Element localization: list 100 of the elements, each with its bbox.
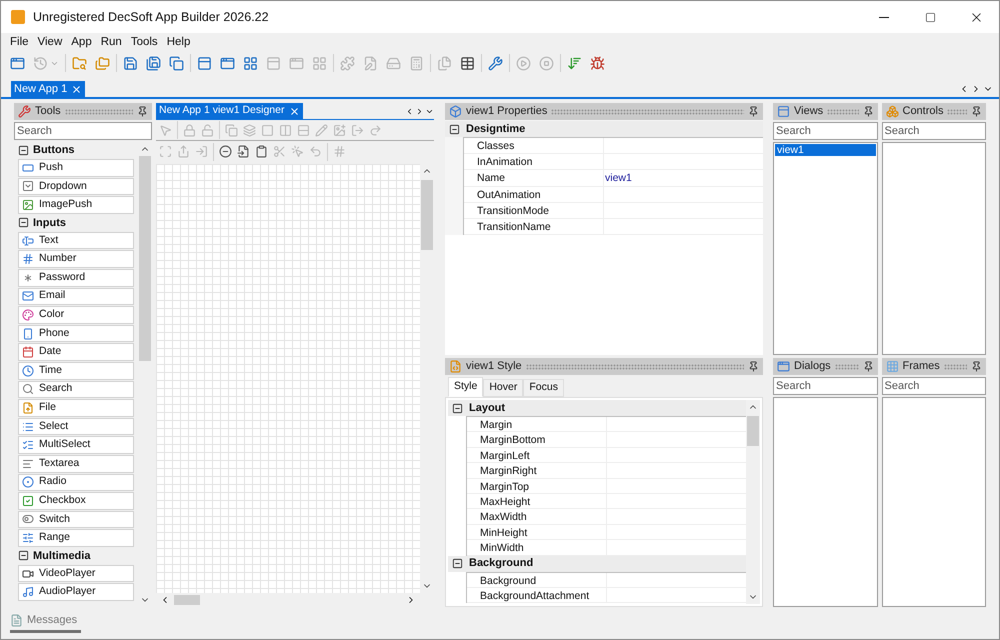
tool-item[interactable]: File [18,399,134,417]
tool-item[interactable]: Select [18,418,134,436]
panel-icon [266,56,281,70]
window-icon [777,105,790,118]
property-name[interactable]: MarginRight [467,463,607,478]
tool-item[interactable]: Range [18,529,134,547]
tool-item[interactable]: Phone [18,324,134,342]
property-name[interactable]: MinWidth [467,540,607,555]
search-field[interactable]: Search [882,377,986,395]
tool-item[interactable]: Color [18,306,134,324]
stop-icon [539,56,554,70]
menu-item[interactable]: Tools [130,34,158,52]
scroll-left-icon[interactable] [405,106,414,116]
style-tab[interactable]: Style [448,377,484,397]
clock-icon [22,364,34,377]
lock-icon [183,124,196,136]
property-name[interactable]: TransitionMode [464,202,604,218]
wrench-icon [18,105,31,118]
menu-item[interactable]: View [38,34,62,52]
tool-item[interactable]: ImagePush [18,196,134,214]
property-name[interactable]: MarginTop [467,478,607,493]
scrollbar[interactable] [746,400,760,604]
tool-item[interactable]: Dropdown [18,178,134,196]
rows-icon [297,124,310,136]
list-item[interactable]: view1 [775,144,876,156]
pin-icon[interactable] [748,361,759,372]
css-file-icon [449,360,462,373]
group-label: Designtime [466,122,526,137]
designer-tab[interactable]: New App 1 view1 Designer [156,102,304,120]
pin-icon[interactable] [971,361,982,372]
scrollbar-thumb[interactable] [139,156,151,361]
wrench-icon [488,56,503,70]
tool-item[interactable]: Radio [18,474,134,492]
tool-item[interactable]: AudioPlayer [18,583,134,602]
property-name[interactable]: Margin [467,417,607,432]
close-icon[interactable] [289,106,300,116]
search-icon [22,383,34,396]
grid-icon [886,360,898,373]
property-name[interactable]: Name [464,170,604,186]
collapse-icon[interactable] [452,558,463,570]
designer-tool-button[interactable] [255,145,268,158]
designer-tool-button[interactable] [237,145,250,158]
tool-item[interactable]: Password [18,268,134,287]
collapse-icon[interactable] [452,402,463,414]
tool-item[interactable]: Number [18,250,134,268]
style-tab[interactable]: Hover [483,379,524,397]
file-input-icon [237,145,250,158]
pin-icon[interactable] [137,106,148,117]
search-field[interactable]: Search [773,377,878,395]
property-name[interactable]: OutAnimation [464,186,604,202]
pin-icon[interactable] [971,106,982,117]
collapse-icon[interactable] [18,217,29,228]
property-name[interactable]: MaxHeight [467,494,607,508]
menu-item[interactable]: Help [166,34,190,52]
document-tab[interactable]: New App 1 [11,81,86,97]
property-name[interactable]: MarginBottom [467,432,607,447]
menu-item[interactable]: File [10,34,29,52]
designer-tool-button[interactable] [219,145,232,158]
collapse-icon[interactable] [18,144,29,156]
tool-item[interactable]: Email [18,288,134,306]
property-name[interactable]: MaxWidth [467,509,607,524]
tool-item[interactable]: Checkbox [18,492,134,510]
property-name[interactable]: MarginLeft [467,448,607,462]
tool-item[interactable]: Text [18,232,134,250]
property-name[interactable]: Classes [464,138,604,154]
tool-item[interactable]: Textarea [18,454,134,472]
pin-icon[interactable] [862,361,874,372]
property-name[interactable]: BackgroundAttachment [467,588,607,602]
tool-item[interactable]: Search [18,380,134,398]
scroll-right-icon[interactable] [415,106,424,116]
menu-item[interactable]: Run [100,34,122,52]
panel-title: Views [794,104,824,120]
tool-item[interactable]: VideoPlayer [18,564,134,582]
tool-item[interactable]: MultiSelect [18,436,134,454]
toggle-icon [22,513,34,526]
menu-item[interactable]: App [71,34,92,52]
collapse-icon[interactable] [18,550,29,562]
style-tab[interactable]: Focus [523,379,564,397]
property-name[interactable]: Background [467,572,607,587]
messages-tab[interactable]: Messages [10,611,82,633]
property-value[interactable]: view1 [604,170,632,186]
square-icon [261,124,274,136]
tool-item[interactable]: Push [18,159,134,177]
property-name[interactable]: TransitionName [464,218,604,234]
collapse-icon[interactable] [449,124,460,134]
scrollbar-thumb[interactable] [174,595,200,605]
pin-icon[interactable] [862,106,874,117]
property-name[interactable]: MinHeight [467,524,607,540]
save-icon [123,56,138,70]
search-field[interactable]: Search [773,122,878,140]
scrollbar-thumb[interactable] [747,416,759,446]
scrollbar-thumb[interactable] [421,180,433,250]
search-field[interactable]: Search [882,122,986,140]
property-name[interactable]: InAnimation [464,154,604,170]
tool-item[interactable]: Date [18,343,134,361]
tool-item[interactable]: Time [18,362,134,380]
pin-icon[interactable] [748,106,759,117]
search-field[interactable]: Search [14,122,152,140]
close-icon[interactable] [71,84,82,94]
tool-item[interactable]: Switch [18,510,134,528]
